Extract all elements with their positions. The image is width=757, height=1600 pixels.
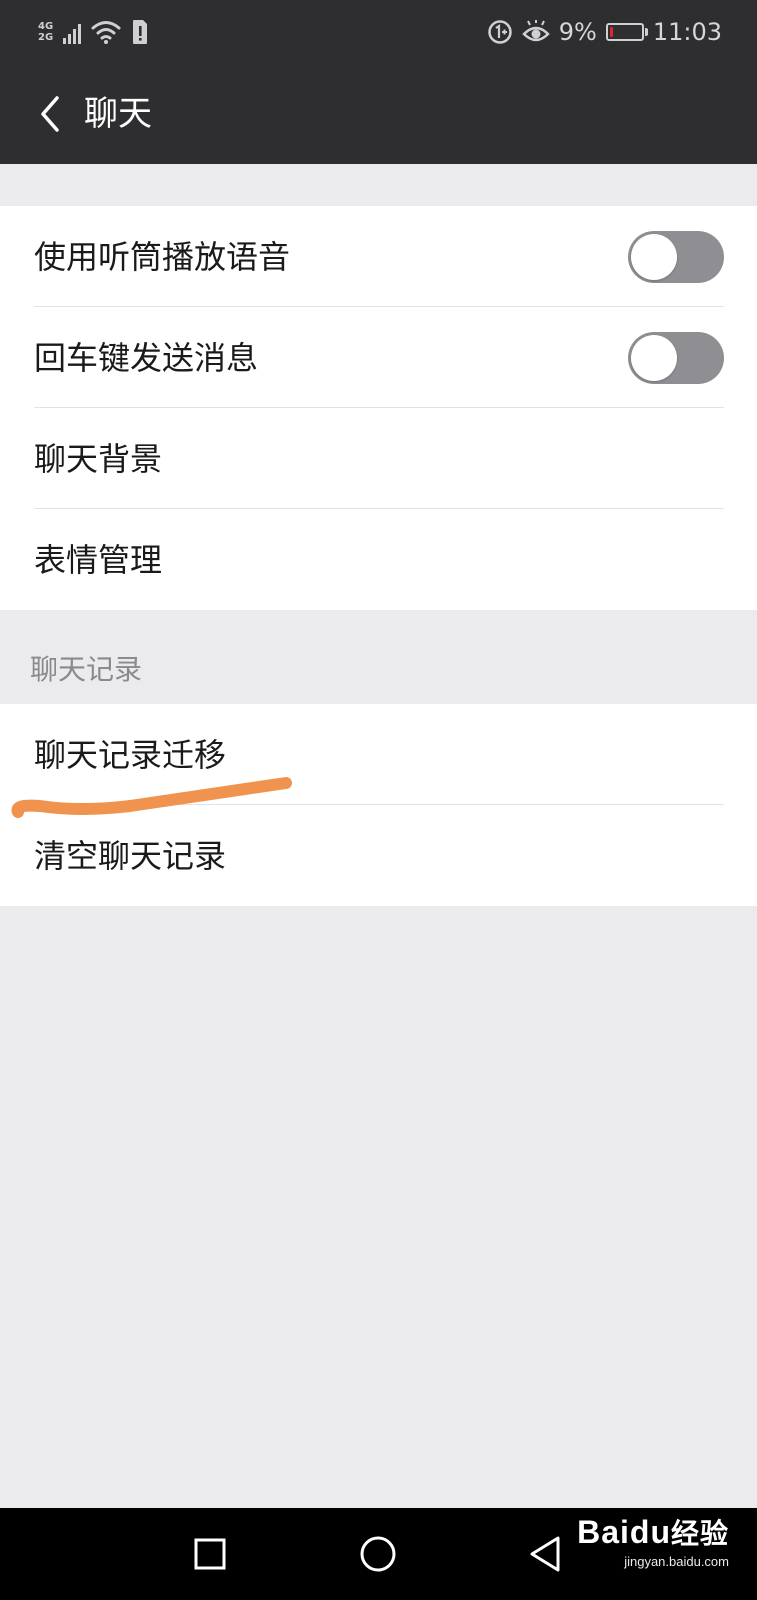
section-header-chat-history: 聊天记录: [30, 653, 143, 686]
title-bar: 聊天: [0, 64, 757, 164]
setting-label: 回车键发送消息: [34, 338, 259, 377]
toggle-knob: [631, 335, 677, 381]
clock: 11:03: [652, 18, 722, 46]
system-back-button[interactable]: [520, 1528, 572, 1580]
signal-icon: [63, 20, 82, 44]
watermark-brand: Bai: [577, 1514, 630, 1550]
battery-icon: [605, 23, 648, 41]
setting-label: 清空聊天记录: [34, 836, 227, 875]
baidu-jingyan-watermark: Baidu经验 jingyan.baidu.com: [577, 1512, 729, 1570]
back-icon: [530, 1536, 560, 1572]
setting-row-chat-background[interactable]: 聊天背景: [0, 408, 757, 509]
watermark-url: jingyan.baidu.com: [624, 1554, 729, 1569]
home-button[interactable]: [352, 1528, 404, 1580]
watermark-brand-du: du: [629, 1514, 671, 1550]
toggle-knob: [631, 234, 677, 280]
setting-row-sticker-management[interactable]: 表情管理: [0, 509, 757, 610]
page-title: 聊天: [84, 94, 152, 134]
watermark-brand-cn: 经验: [670, 1518, 729, 1549]
status-right: 9% 11:03: [487, 14, 722, 50]
enter-to-send-toggle[interactable]: [628, 332, 724, 384]
wifi-icon: [91, 21, 121, 44]
back-button[interactable]: [22, 86, 78, 142]
recent-apps-icon: [194, 1538, 226, 1570]
setting-row-earpiece-voice[interactable]: 使用听筒播放语音: [0, 206, 757, 307]
settings-group-chat-history: 聊天记录迁移 清空聊天记录: [0, 704, 757, 906]
sim-alert-icon: [133, 20, 148, 44]
network-type: 4G 2G: [38, 21, 53, 43]
status-left: 4G 2G: [38, 14, 149, 50]
network-type-bottom: 2G: [38, 32, 54, 43]
data-saver-icon: [488, 20, 512, 44]
home-icon: [360, 1536, 396, 1572]
setting-row-clear-chat-history[interactable]: 清空聊天记录: [0, 805, 757, 906]
setting-label: 聊天记录迁移: [34, 735, 227, 774]
setting-row-enter-to-send[interactable]: 回车键发送消息: [0, 307, 757, 408]
earpiece-voice-toggle[interactable]: [628, 231, 724, 283]
setting-label: 表情管理: [34, 540, 163, 579]
watermark-logo: Baidu经验: [577, 1512, 729, 1554]
setting-label: 聊天背景: [34, 439, 163, 478]
setting-row-migrate-chat-history[interactable]: 聊天记录迁移: [0, 704, 757, 805]
settings-group-general: 使用听筒播放语音 回车键发送消息 聊天背景 表情管理: [0, 206, 757, 610]
battery-percent: 9%: [558, 18, 597, 46]
recent-apps-button[interactable]: [184, 1528, 236, 1580]
battery-level: [609, 27, 613, 37]
setting-label: 使用听筒播放语音: [34, 237, 291, 276]
network-type-top: 4G: [38, 21, 54, 32]
eye-comfort-icon: [521, 20, 550, 42]
status-bar: 4G 2G 9% 11:03: [0, 0, 757, 64]
chevron-left-icon: [41, 96, 59, 132]
